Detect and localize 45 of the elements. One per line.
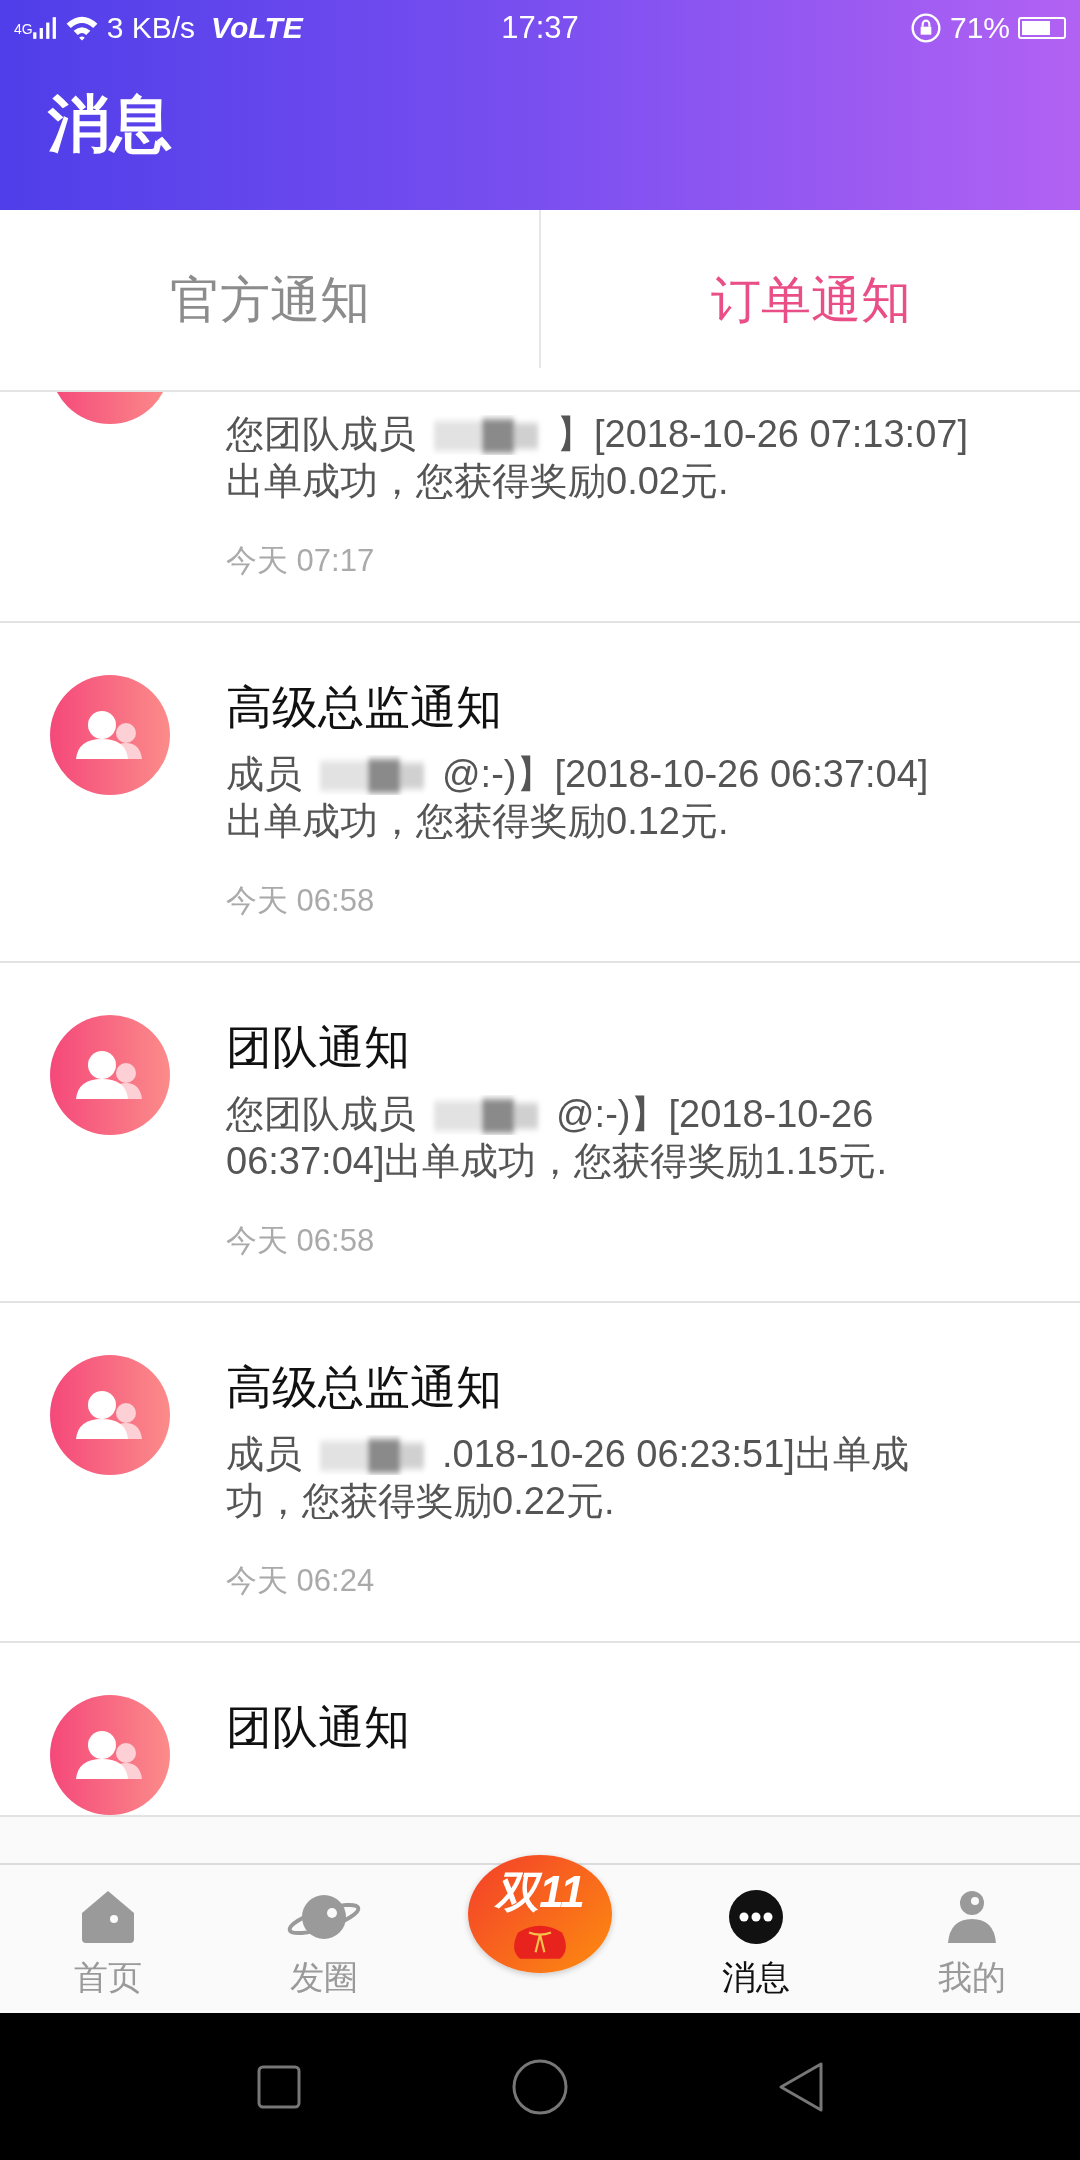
chat-dots-icon xyxy=(728,1889,784,1945)
message-text: @:-)】[2018-10-26 xyxy=(556,1092,874,1137)
group-avatar-icon xyxy=(50,675,170,795)
message-time: 今天 07:17 xyxy=(226,542,376,580)
message-title: 团队通知 xyxy=(226,1700,411,1755)
message-title: 高级总监通知 xyxy=(226,1360,503,1415)
back-button[interactable] xyxy=(777,2060,826,2113)
message-time: 今天 06:58 xyxy=(226,882,376,920)
message-text: .018-10-26 06:23:51]出单成 xyxy=(442,1432,909,1477)
message-item[interactable]: 高级总监通知 成员 @:-)】[2018-10-26 06:37:04] 出单成功，您获得奖励0.12元. 今天 06:58 xyxy=(0,623,1080,963)
message-time: 今天 06:24 xyxy=(226,1562,376,1600)
rotation-lock-icon xyxy=(909,12,942,44)
nav-tab[interactable]: 消息 xyxy=(648,1865,864,2013)
message-item[interactable]: 您团队成员 】[2018-10-26 07:13:07] 出单成功，您获得奖励0.02元. 今天 07:17 xyxy=(0,392,1080,623)
message-item[interactable]: 团队通知 您团队成员 @:-)】[2018-10-26 06:37:04]出单成功，您获得奖励1.15元. 今天 06:58 xyxy=(0,963,1080,1303)
group-avatar-icon xyxy=(50,1355,170,1475)
message-title: 高级总监通知 xyxy=(226,680,503,735)
message-text: 功，您获得奖励0.22元. xyxy=(226,1480,615,1522)
tab[interactable]: 订单通知 xyxy=(541,210,1080,390)
network-label: 4G xyxy=(14,21,33,37)
message-text: 】[2018-10-26 07:13:07] xyxy=(556,412,968,457)
house-icon xyxy=(80,1889,136,1945)
message-text: 06:37:04]出单成功，您获得奖励1.15元. xyxy=(226,1140,887,1182)
message-text: 成员 xyxy=(226,1432,302,1477)
page-title: 消息 xyxy=(47,88,173,160)
message-text: 成员 xyxy=(226,752,302,797)
group-avatar-icon xyxy=(50,1015,170,1135)
message-text: 您团队成员 xyxy=(226,1092,416,1137)
message-text: 您团队成员 xyxy=(226,412,416,457)
clock: 17:37 xyxy=(501,10,579,46)
message-item[interactable]: 高级总监通知 成员 .018-10-26 06:23:51]出单成 功，您获得奖励0.22元. 今天 06:24 xyxy=(0,1303,1080,1643)
network-speed: 3 KB/s xyxy=(106,11,196,45)
battery-percent: 71% xyxy=(949,11,1010,45)
signal-icon xyxy=(30,15,57,41)
wifi-icon xyxy=(64,14,99,42)
message-title: 团队通知 xyxy=(226,1020,411,1075)
message-text: @:-)】[2018-10-26 06:37:04] xyxy=(442,752,929,797)
message-time: 今天 06:58 xyxy=(226,1222,376,1260)
home-button[interactable] xyxy=(512,2058,568,2115)
volte-label: VoLTE xyxy=(211,11,303,45)
battery-icon xyxy=(1018,17,1066,39)
message-text: 出单成功，您获得奖励0.12元. xyxy=(226,800,729,842)
message-text: 出单成功，您获得奖励0.02元. xyxy=(226,460,729,502)
group-avatar-icon xyxy=(50,1695,170,1815)
message-item[interactable]: 团队通知 xyxy=(0,1643,1080,1817)
